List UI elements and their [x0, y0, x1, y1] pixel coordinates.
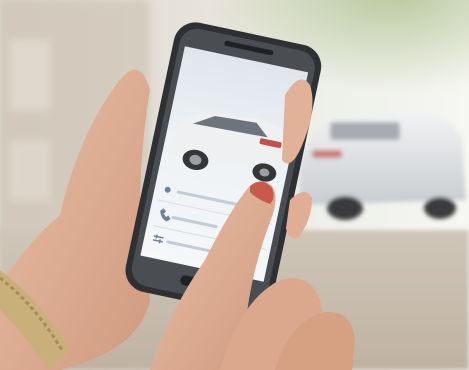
- building-window: [10, 140, 50, 200]
- building-window: [10, 40, 50, 110]
- photo-scene: [0, 0, 469, 370]
- scene-illustration: [0, 0, 469, 370]
